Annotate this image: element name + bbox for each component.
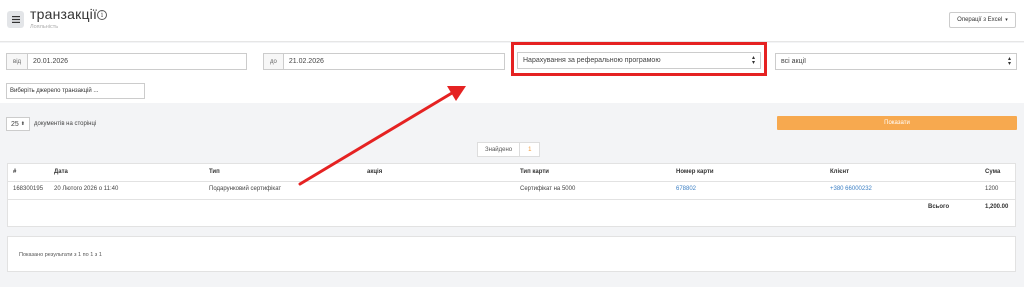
annotation-arrow [298,86,466,186]
arrow-shaft [298,91,454,186]
